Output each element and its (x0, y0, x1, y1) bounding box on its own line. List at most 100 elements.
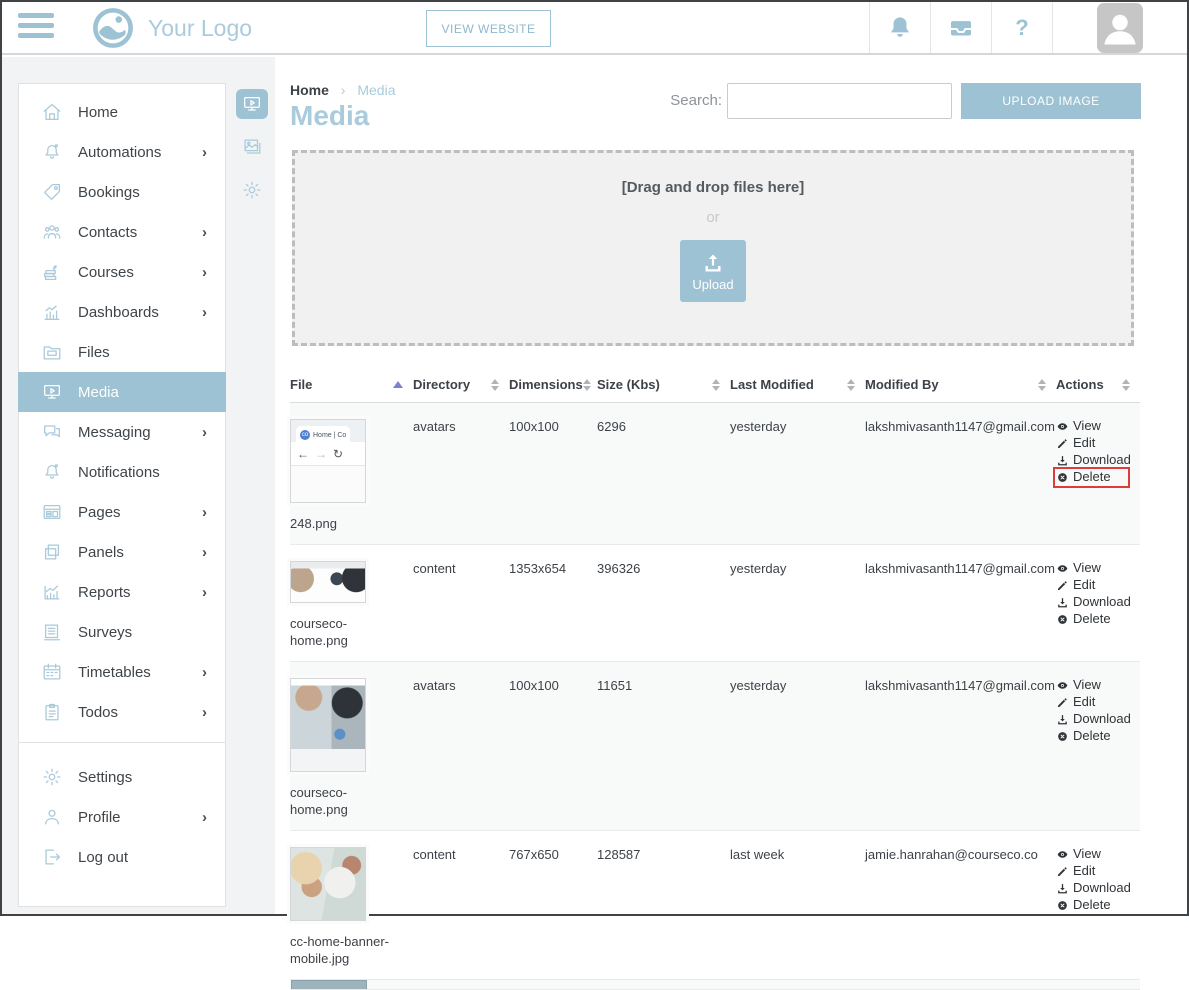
sidebar-item-files[interactable]: Files (19, 332, 225, 372)
delete-icon (1056, 898, 1069, 912)
sidebar: HomeAutomations›BookingsContacts›Courses… (18, 83, 226, 907)
sidebar-item-media[interactable]: Media (18, 372, 226, 412)
automations-icon (41, 141, 63, 163)
breadcrumb-home-link[interactable]: Home (290, 82, 329, 98)
column-header-file[interactable]: File (290, 377, 413, 392)
delete-action-link[interactable]: Delete (1056, 898, 1130, 912)
view-action-link[interactable]: View (1056, 678, 1130, 692)
contacts-icon (41, 221, 63, 243)
cell-modified-by: jamie.hanrahan@courseco.co (865, 831, 1056, 979)
chevron-right-icon: › (202, 544, 211, 561)
sort-arrows-icon[interactable] (847, 379, 855, 391)
download-action-link[interactable]: Download (1056, 453, 1130, 467)
file-name: cc-home-banner-mobile.jpg (290, 933, 392, 967)
column-label[interactable]: Size (Kbs) (597, 377, 660, 392)
upload-image-button[interactable]: UPLOAD IMAGE (961, 83, 1141, 119)
sidebar-item-notifications[interactable]: Notifications (19, 452, 225, 492)
view-action-link[interactable]: View (1056, 847, 1130, 861)
sort-arrows-icon[interactable] (712, 379, 720, 391)
sort-arrows-icon[interactable] (1122, 379, 1130, 391)
file-thumbnail[interactable]: coHome | Co←→↻ (290, 419, 366, 503)
delete-action-link[interactable]: Delete (1056, 729, 1130, 743)
chevron-right-icon: › (202, 704, 211, 721)
sidebar-item-timetables[interactable]: Timetables› (19, 652, 225, 692)
sidebar-item-contacts[interactable]: Contacts› (19, 212, 225, 252)
sidebar-item-profile[interactable]: Profile› (19, 797, 225, 837)
cell-actions: View Edit Download Delete (1056, 662, 1140, 830)
download-icon (1056, 595, 1069, 609)
edit-action-link[interactable]: Edit (1056, 695, 1130, 709)
sidebar-item-messaging[interactable]: Messaging› (19, 412, 225, 452)
column-label[interactable]: Modified By (865, 377, 939, 392)
sidebar-item-surveys[interactable]: Surveys (19, 612, 225, 652)
delete-action-link[interactable]: Delete (1056, 470, 1111, 484)
cell-modified-by: lakshmivasanth1147@gmail.com (865, 662, 1056, 830)
delete-action-link[interactable]: Delete (1056, 612, 1130, 626)
cell-last-modified: yesterday (730, 662, 865, 830)
sort-arrows-icon[interactable] (583, 379, 591, 391)
rail-item-images-icon[interactable] (236, 132, 268, 162)
hamburger-menu-icon[interactable] (18, 13, 54, 43)
column-header-actions[interactable]: Actions (1056, 377, 1140, 392)
sidebar-item-home[interactable]: Home (19, 92, 225, 132)
download-action-link[interactable]: Download (1056, 712, 1130, 726)
sidebar-divider (19, 742, 225, 743)
sidebar-item-log-out[interactable]: Log out (19, 837, 225, 877)
sort-asc-icon[interactable] (393, 381, 403, 388)
column-label[interactable]: Directory (413, 377, 470, 392)
column-header-directory[interactable]: Directory (413, 377, 509, 392)
download-action-link[interactable]: Download (1056, 595, 1130, 609)
file-thumbnail[interactable] (290, 678, 366, 772)
sidebar-item-label: Contacts (78, 224, 202, 241)
edit-action-link[interactable]: Edit (1056, 578, 1130, 592)
column-label[interactable]: Actions (1056, 377, 1104, 392)
view-action-link[interactable]: View (1056, 419, 1130, 433)
inbox-button[interactable] (930, 2, 991, 53)
column-header-dimensions[interactable]: Dimensions (509, 377, 597, 392)
search-input[interactable] (727, 83, 952, 119)
sidebar-item-bookings[interactable]: Bookings (19, 172, 225, 212)
breadcrumb-current: Media (357, 82, 395, 98)
media-manager-page: { "colors": { "accent": "#9cc2d3", "acce… (0, 0, 1189, 916)
drag-drop-zone[interactable]: [Drag and drop files here] or Upload (292, 150, 1134, 346)
sidebar-item-label: Pages (78, 504, 202, 521)
logo[interactable]: Your Logo (90, 5, 252, 51)
view-website-button[interactable]: VIEW WEBSITE (426, 10, 551, 47)
reports-icon (41, 581, 63, 603)
sidebar-item-reports[interactable]: Reports› (19, 572, 225, 612)
upload-button[interactable]: Upload (680, 240, 746, 302)
column-header-modified-by[interactable]: Modified By (865, 377, 1056, 392)
column-header-last-modified[interactable]: Last Modified (730, 377, 865, 392)
sidebar-item-courses[interactable]: Courses› (19, 252, 225, 292)
cell-dimensions: 1353x654 (509, 545, 597, 661)
sidebar-item-pages[interactable]: Pages› (19, 492, 225, 532)
logo-text: Your Logo (148, 15, 252, 42)
sort-arrows-icon[interactable] (491, 379, 499, 391)
messaging-icon (41, 421, 63, 443)
column-header-size-kbs-[interactable]: Size (Kbs) (597, 377, 730, 392)
edit-action-link[interactable]: Edit (1056, 436, 1130, 450)
rail-item-media-icon[interactable] (236, 89, 268, 119)
sidebar-item-settings[interactable]: Settings (19, 757, 225, 797)
sidebar-item-label: Notifications (78, 464, 211, 481)
todos-icon (41, 701, 63, 723)
sidebar-item-dashboards[interactable]: Dashboards› (19, 292, 225, 332)
rail-item-gear-icon[interactable] (236, 175, 268, 205)
file-thumbnail[interactable] (290, 561, 366, 603)
user-avatar-button[interactable] (1052, 2, 1187, 53)
file-thumbnail[interactable] (290, 847, 366, 921)
edit-action-link[interactable]: Edit (1056, 864, 1130, 878)
table-body: coHome | Co←→↻248.pngavatars100x1006296y… (290, 403, 1140, 980)
sort-arrows-icon[interactable] (1038, 379, 1046, 391)
notifications-bell-button[interactable] (869, 2, 930, 53)
column-label[interactable]: Last Modified (730, 377, 814, 392)
sidebar-item-automations[interactable]: Automations› (19, 132, 225, 172)
help-button[interactable]: ? (991, 2, 1052, 53)
sidebar-item-todos[interactable]: Todos› (19, 692, 225, 732)
download-action-link[interactable]: Download (1056, 881, 1130, 895)
column-label[interactable]: File (290, 377, 312, 392)
column-label[interactable]: Dimensions (509, 377, 583, 392)
sidebar-item-panels[interactable]: Panels› (19, 532, 225, 572)
view-action-link[interactable]: View (1056, 561, 1130, 575)
eye-icon (1056, 561, 1069, 575)
